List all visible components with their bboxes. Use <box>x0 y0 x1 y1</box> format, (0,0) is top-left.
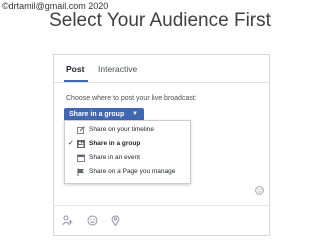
slide-title: Select Your Audience First <box>49 10 271 31</box>
share-destination-menu: Share on your timeline ✓ Share in a grou… <box>64 120 191 184</box>
tab-post[interactable]: Post <box>66 64 84 74</box>
group-icon <box>77 140 85 148</box>
checkmark-icon: ✓ <box>68 140 74 147</box>
composer-action-bar <box>53 205 268 235</box>
feeling-emoji-icon[interactable] <box>87 215 98 226</box>
menu-item-page[interactable]: Share on a Page you manage <box>65 165 190 178</box>
broadcast-prompt: Choose where to post your live broadcast… <box>66 95 197 102</box>
edit-icon <box>77 126 85 134</box>
flag-icon <box>77 168 84 176</box>
calendar-icon <box>77 154 85 162</box>
active-tab-indicator <box>64 80 88 82</box>
menu-item-label: Share in a group <box>89 140 141 147</box>
tab-interactive[interactable]: Interactive <box>98 64 137 74</box>
menu-item-group[interactable]: ✓ Share in a group <box>65 137 190 150</box>
emoji-icon[interactable] <box>255 186 264 195</box>
menu-item-event[interactable]: Share in an event <box>65 151 190 164</box>
menu-item-timeline[interactable]: Share on your timeline <box>65 123 190 136</box>
menu-item-label: Share on a Page you manage <box>89 168 176 175</box>
tab-bar: Post Interactive <box>54 55 269 83</box>
location-pin-icon[interactable] <box>110 215 121 226</box>
menu-item-label: Share in an event <box>89 154 140 161</box>
menu-item-label: Share on your timeline <box>89 126 155 133</box>
tag-people-icon[interactable] <box>62 215 73 226</box>
